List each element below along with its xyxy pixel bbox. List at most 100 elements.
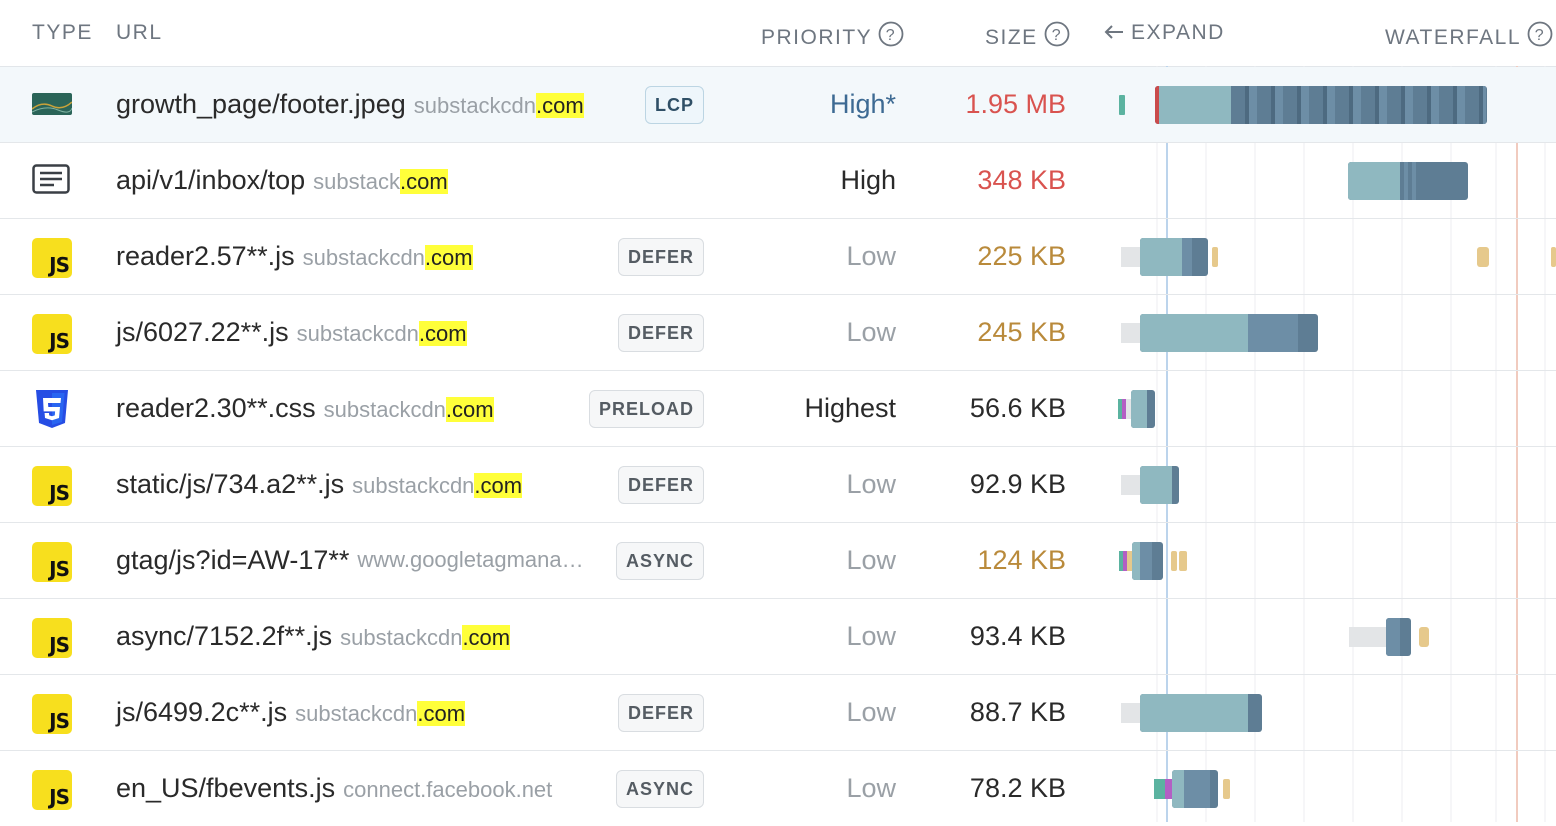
waterfall-bar[interactable] — [1172, 770, 1218, 808]
size-help-icon[interactable]: ? — [1044, 21, 1070, 47]
waterfall-bar[interactable] — [1121, 475, 1141, 495]
column-header-url[interactable]: URL — [116, 21, 163, 45]
table-row[interactable]: JS js/6499.2c**.js substackcdn.com DEFER … — [0, 675, 1556, 751]
request-url[interactable]: static/js/734.a2**.js substackcdn.com — [116, 469, 523, 500]
css3-file-icon — [34, 389, 70, 434]
priority-value: Highest — [804, 393, 896, 423]
table-row[interactable]: JS gtag/js?id=AW-17** www.googletagmanag…… — [0, 523, 1556, 599]
image-thumbnail-icon — [32, 93, 72, 115]
request-url[interactable]: js/6027.22**.js substackcdn.com — [116, 317, 467, 348]
priority-value: Low — [846, 773, 896, 803]
expand-button[interactable]: EXPAND — [1103, 21, 1225, 45]
waterfall-bar[interactable] — [1551, 247, 1556, 267]
waterfall-bar[interactable] — [1121, 323, 1141, 343]
waterfall-bar[interactable] — [1121, 247, 1141, 267]
waterfall-bar[interactable] — [1118, 399, 1132, 419]
waterfall-bar[interactable] — [1119, 551, 1133, 571]
request-url[interactable]: growth_page/footer.jpeg substackcdn.com — [116, 89, 584, 120]
waterfall-bar[interactable] — [1386, 618, 1411, 656]
javascript-file-icon: JS — [32, 618, 72, 658]
size-value: 245 KB — [977, 317, 1066, 347]
url-domain: substackcdn.com — [340, 625, 511, 650]
url-path: async/7152.2f**.js — [116, 621, 333, 651]
url-domain: connect.facebook.net — [343, 777, 553, 802]
javascript-file-icon: JS — [32, 314, 72, 354]
size-value: 78.2 KB — [969, 773, 1066, 803]
table-row[interactable]: growth_page/footer.jpeg substackcdn.com L… — [0, 67, 1556, 143]
lcp-badge: LCP — [645, 86, 704, 124]
url-path: gtag/js?id=AW-17** — [116, 545, 350, 575]
waterfall-label: WATERFALL — [1385, 26, 1522, 49]
url-domain: www.googletagmanag… — [357, 547, 596, 572]
waterfall-bar[interactable] — [1223, 779, 1230, 799]
priority-value: Low — [846, 317, 896, 347]
document-lines-icon — [32, 164, 70, 199]
column-header-type[interactable]: TYPE — [32, 21, 93, 45]
waterfall-bar[interactable] — [1155, 86, 1487, 124]
url-path: api/v1/inbox/top — [116, 165, 306, 195]
table-header: TYPE URL PRIORITY? SIZE? EXPAND WATERFAL… — [0, 0, 1556, 67]
waterfall-help-icon[interactable]: ? — [1527, 21, 1553, 47]
table-row[interactable]: JS en_US/fbevents.js connect.facebook.net… — [0, 751, 1556, 826]
url-path: js/6499.2c**.js — [116, 697, 288, 727]
defer-badge: DEFER — [617, 694, 704, 732]
waterfall-bar[interactable] — [1348, 162, 1468, 200]
request-url[interactable]: reader2.30**.css substackcdn.com — [116, 393, 494, 424]
priority-value: Low — [846, 621, 896, 651]
url-path: js/6027.22**.js — [116, 317, 289, 347]
table-row[interactable]: JS async/7152.2f**.js substackcdn.com Low… — [0, 599, 1556, 675]
waterfall-bar[interactable] — [1140, 314, 1318, 352]
waterfall-bar[interactable] — [1131, 390, 1155, 428]
waterfall-bar[interactable] — [1119, 95, 1125, 115]
column-header-waterfall[interactable]: WATERFALL? — [1385, 21, 1553, 50]
size-label: SIZE — [985, 26, 1038, 49]
waterfall-bar[interactable] — [1140, 466, 1179, 504]
javascript-file-icon: JS — [32, 694, 72, 734]
request-url[interactable]: reader2.57**.js substackcdn.com — [116, 241, 473, 272]
waterfall-bar[interactable] — [1140, 694, 1262, 732]
size-value: 56.6 KB — [969, 393, 1066, 423]
waterfall-bar[interactable] — [1212, 247, 1218, 267]
priority-value: Low — [846, 545, 896, 575]
column-header-size[interactable]: SIZE? — [985, 21, 1070, 50]
priority-label: PRIORITY — [761, 26, 873, 49]
url-domain: substackcdn.com — [413, 93, 584, 118]
priority-value: High — [840, 165, 896, 195]
waterfall-bar[interactable] — [1477, 247, 1489, 267]
waterfall-bar[interactable] — [1171, 551, 1177, 571]
table-row[interactable]: api/v1/inbox/top substack.com High 348 KB — [0, 143, 1556, 219]
url-domain: substackcdn.com — [352, 473, 523, 498]
request-url[interactable]: api/v1/inbox/top substack.com — [116, 165, 448, 196]
waterfall-bar[interactable] — [1121, 703, 1141, 723]
javascript-file-icon: JS — [32, 238, 72, 278]
priority-value: Low — [846, 469, 896, 499]
url-domain: substackcdn.com — [323, 397, 494, 422]
url-domain: substackcdn.com — [296, 321, 467, 346]
async-badge: ASYNC — [615, 542, 704, 580]
priority-value: Low — [846, 241, 896, 271]
table-row[interactable]: JS js/6027.22**.js substackcdn.com DEFER … — [0, 295, 1556, 371]
request-url[interactable]: async/7152.2f**.js substackcdn.com — [116, 621, 511, 652]
waterfall-bar[interactable] — [1140, 238, 1208, 276]
size-value: 1.95 MB — [965, 89, 1066, 119]
waterfall-bar[interactable] — [1349, 627, 1387, 647]
url-path: growth_page/footer.jpeg — [116, 89, 406, 119]
table-row[interactable]: JS reader2.57**.js substackcdn.com DEFER … — [0, 219, 1556, 295]
request-url[interactable]: js/6499.2c**.js substackcdn.com — [116, 697, 466, 728]
waterfall-bar[interactable] — [1419, 627, 1429, 647]
preload-badge: PRELOAD — [588, 390, 704, 428]
priority-help-icon[interactable]: ? — [878, 21, 904, 47]
waterfall-bar[interactable] — [1179, 551, 1187, 571]
url-path: en_US/fbevents.js — [116, 773, 336, 803]
size-value: 124 KB — [977, 545, 1066, 575]
url-domain: substackcdn.com — [295, 701, 466, 726]
size-value: 348 KB — [977, 165, 1066, 195]
waterfall-bar[interactable] — [1132, 542, 1163, 580]
request-url[interactable]: gtag/js?id=AW-17** www.googletagmanag… — [116, 545, 595, 576]
url-path: reader2.57**.js — [116, 241, 295, 271]
column-header-priority[interactable]: PRIORITY? — [761, 21, 904, 50]
waterfall-bar[interactable] — [1154, 779, 1174, 799]
table-row[interactable]: reader2.30**.css substackcdn.com PRELOAD … — [0, 371, 1556, 447]
request-url[interactable]: en_US/fbevents.js connect.facebook.net — [116, 773, 552, 804]
table-row[interactable]: JS static/js/734.a2**.js substackcdn.com … — [0, 447, 1556, 523]
